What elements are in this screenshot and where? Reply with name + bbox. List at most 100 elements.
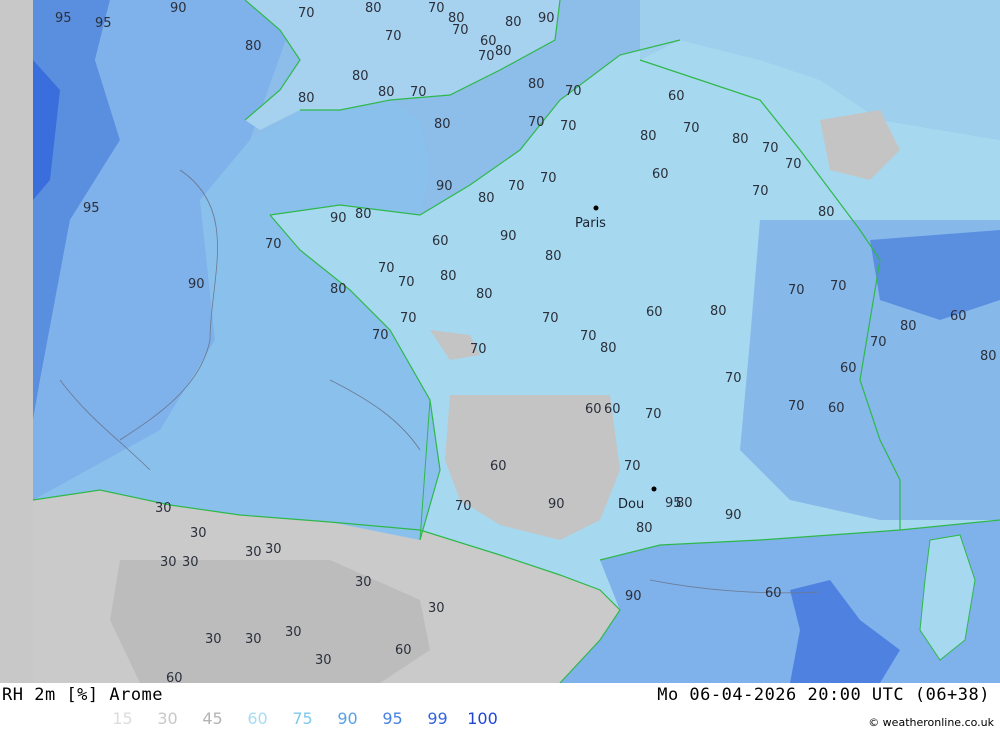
paris-marker (593, 205, 599, 211)
contour-label: 30 (265, 542, 282, 557)
contour-label: 30 (160, 555, 177, 570)
contour-label: 95 (95, 16, 112, 31)
legend-item-60: 60 (247, 709, 268, 728)
contour-label: 70 (645, 407, 662, 422)
contour-label: 60 (166, 671, 183, 683)
relative-humidity-map: 95 95 90 70 80 70 80 70 80 90 80 70 60 70 80 95 90 80 70 80… (0, 0, 1000, 683)
contour-label: 60 (765, 586, 782, 601)
contour-label: 90 (625, 589, 642, 604)
contour-label: 80 (476, 287, 493, 302)
contour-label: 70 (508, 179, 525, 194)
contour-label: 60 (840, 361, 857, 376)
contour-label: 80 (245, 39, 262, 54)
contour-label: 70 (428, 1, 445, 16)
contour-label: 70 (540, 171, 557, 186)
contour-label: 95 (83, 201, 100, 216)
contour-label: 60 (604, 402, 621, 417)
contour-label: 70 (580, 329, 597, 344)
contour-label: 70 (452, 23, 469, 38)
contour-label: 70 (788, 399, 805, 414)
contour-label: 80 (676, 496, 693, 511)
contour-label: 80 (900, 319, 917, 334)
contour-label: 90 (548, 497, 565, 512)
contour-label: 95 (55, 11, 72, 26)
legend-item-75: 75 (292, 709, 313, 728)
contour-label: 30 (315, 653, 332, 668)
contour-label: 80 (545, 249, 562, 264)
legend-item-95: 95 (382, 709, 403, 728)
contour-label: 70 (378, 261, 395, 276)
legend-item-15: 15 (112, 709, 133, 728)
contour-label: 70 (762, 141, 779, 156)
contour-label: 80 (298, 91, 315, 106)
contour-label: 70 (870, 335, 887, 350)
contour-label: 30 (155, 501, 172, 516)
contour-label: 60 (432, 234, 449, 249)
contour-label: 70 (298, 6, 315, 21)
contour-label: 90 (330, 211, 347, 226)
contour-label: 80 (352, 69, 369, 84)
contour-label: 70 (830, 279, 847, 294)
dou-marker (651, 486, 657, 492)
contour-label: 80 (710, 304, 727, 319)
contour-label: 70 (752, 184, 769, 199)
contour-label: 80 (478, 191, 495, 206)
contour-label: 60 (828, 401, 845, 416)
contour-label: 90 (436, 179, 453, 194)
contour-label: 80 (980, 349, 997, 364)
no-data-strip (0, 0, 33, 683)
contour-label: 70 (400, 311, 417, 326)
contour-label: 80 (434, 117, 451, 132)
contour-label: 70 (785, 157, 802, 172)
contour-label: 70 (455, 499, 472, 514)
contour-label: 60 (490, 459, 507, 474)
contour-label: 90 (170, 1, 187, 16)
legend-item-45: 45 (202, 709, 223, 728)
contour-label: 70 (398, 275, 415, 290)
contour-label: 90 (538, 11, 555, 26)
contour-label: 30 (205, 632, 222, 647)
contour-label: 80 (378, 85, 395, 100)
city-dou: Dou (618, 497, 644, 512)
contour-label: 30 (190, 526, 207, 541)
contour-label: 80 (528, 77, 545, 92)
contour-label: 70 (470, 342, 487, 357)
contour-label: 60 (652, 167, 669, 182)
contour-label: 60 (646, 305, 663, 320)
contour-label: 80 (330, 282, 347, 297)
contour-label: 70 (410, 85, 427, 100)
contour-label: 90 (500, 229, 517, 244)
contour-label: 80 (818, 205, 835, 220)
contour-label: 30 (285, 625, 302, 640)
contour-label: 30 (245, 632, 262, 647)
map-footer: RH 2m [%] Arome Mo 06-04-2026 20:00 UTC … (0, 683, 1000, 733)
contour-label: 70 (683, 121, 700, 136)
city-paris: Paris (575, 216, 606, 231)
contour-label: 70 (385, 29, 402, 44)
contour-label: 90 (725, 508, 742, 523)
map-title: RH 2m [%] Arome (2, 685, 164, 705)
contour-label: 80 (440, 269, 457, 284)
contour-label: 30 (182, 555, 199, 570)
contour-label: 70 (528, 115, 545, 130)
contour-label: 70 (542, 311, 559, 326)
contour-label: 60 (395, 643, 412, 658)
contour-label: 70 (624, 459, 641, 474)
contour-label: 80 (640, 129, 657, 144)
legend-item-90: 90 (337, 709, 358, 728)
contour-label: 70 (725, 371, 742, 386)
contour-label: 80 (365, 1, 382, 16)
credit-text: © weatheronline.co.uk (868, 716, 994, 729)
contour-label: 70 (265, 237, 282, 252)
contour-label: 60 (950, 309, 967, 324)
color-legend: 15 30 45 60 75 90 95 99 100 (100, 709, 505, 728)
contour-label: 70 (788, 283, 805, 298)
legend-item-99: 99 (427, 709, 448, 728)
contour-label: 70 (478, 49, 495, 64)
contour-label: 70 (565, 84, 582, 99)
contour-label: 70 (372, 328, 389, 343)
contour-label: 80 (355, 207, 372, 222)
contour-label: 90 (188, 277, 205, 292)
contour-label: 30 (245, 545, 262, 560)
contour-label: 80 (732, 132, 749, 147)
